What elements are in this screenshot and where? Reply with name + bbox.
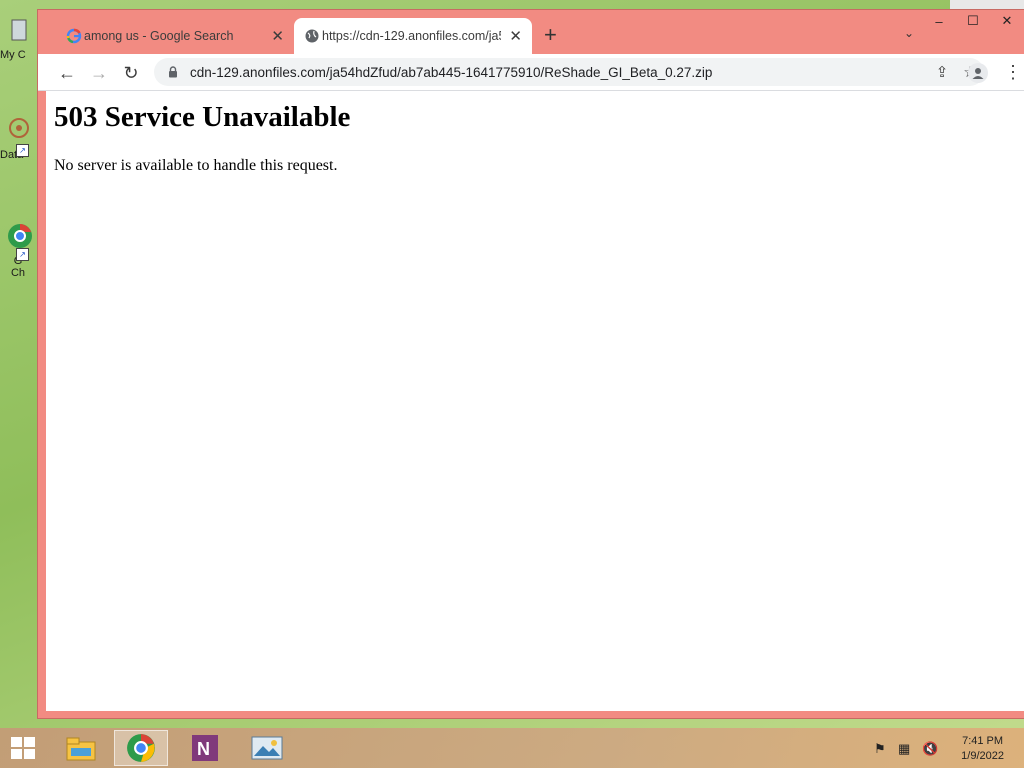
page-content: 503 Service Unavailable No server is ava… [46,91,1024,711]
minimize-button[interactable]: – [922,10,956,32]
tab-google-search[interactable]: among us - Google Search ✕ [56,18,294,54]
new-tab-button[interactable]: + [544,24,557,46]
taskbar-photo-viewer[interactable] [240,730,294,766]
desktop-icon-google-chrome[interactable]: ↗ G Ch [0,222,40,279]
back-arrow-icon[interactable]: ← [56,62,78,84]
error-message: No server is available to handle this re… [54,157,338,174]
svg-text:N: N [197,739,210,759]
taskbar-file-explorer[interactable] [54,730,108,766]
tab-anonfiles[interactable]: https://cdn-129.anonfiles.com/ja54hdZfud… [294,18,532,54]
network-icon[interactable]: ▦ [898,741,914,757]
shortcut-arrow-icon: ↗ [16,144,29,157]
close-tab-icon[interactable]: ✕ [271,27,284,45]
tab-title: among us - Google Search [84,29,234,43]
tab-search-chevron-down-icon[interactable]: ⌄ [904,26,914,40]
window-controls: – ☐ ✕ [922,10,1024,32]
action-center-flag-icon[interactable]: ⚑ [874,741,890,757]
taskbar-onenote[interactable]: N [178,730,232,766]
computer-icon [11,19,27,41]
desktop-icon-data[interactable]: ↗ Data [0,116,40,161]
url-input[interactable] [188,63,882,81]
windows-start-icon[interactable] [10,736,36,760]
photo-viewer-icon [251,736,283,760]
page-title: 503 Service Unavailable [54,101,351,133]
maximize-button[interactable]: ☐ [956,10,990,32]
lock-icon[interactable] [168,66,178,78]
more-menu-icon[interactable]: ⋮ [1004,62,1022,83]
shortcut-arrow-icon: ↗ [16,248,29,261]
file-explorer-icon [66,737,96,761]
clock-time: 7:41 PM [962,735,1004,747]
close-window-button[interactable]: ✕ [990,10,1024,32]
background-window-edge [950,0,1024,10]
chrome-shortcut-icon [8,224,32,248]
chrome-icon [127,734,155,762]
clock-date: 1/9/2022 [961,750,1004,762]
tab-strip: among us - Google Search ✕ https://cdn-1… [38,10,1024,54]
taskbar: N ⚑ ▦ 🔇 7:41 PM 1/9/2022 [0,728,1024,768]
desktop-icon-my-computer[interactable]: My C [0,18,40,61]
share-icon[interactable]: ⇪ [928,63,956,81]
close-tab-icon[interactable]: ✕ [509,27,522,45]
address-bar[interactable]: ⇪ ☆ [154,58,984,86]
browser-window: among us - Google Search ✕ https://cdn-1… [38,10,1024,718]
onenote-icon: N [192,735,218,761]
globe-icon [305,29,319,43]
taskbar-clock[interactable]: 7:41 PM 1/9/2022 [961,734,1004,764]
profile-avatar-icon[interactable] [968,63,988,83]
data-shortcut-icon [9,118,29,138]
volume-muted-icon[interactable]: 🔇 [922,741,938,757]
forward-arrow-icon[interactable]: → [88,62,110,84]
browser-toolbar: ← → ↻ ⇪ ☆ ⋮ [38,54,1024,91]
taskbar-chrome[interactable] [114,730,168,766]
desktop-icon-label: My C [0,49,26,61]
tab-title: https://cdn-129.anonfiles.com/ja54hdZfud [322,29,501,43]
reload-icon[interactable]: ↻ [120,62,142,84]
google-g-icon [66,28,82,44]
person-icon [972,68,984,79]
